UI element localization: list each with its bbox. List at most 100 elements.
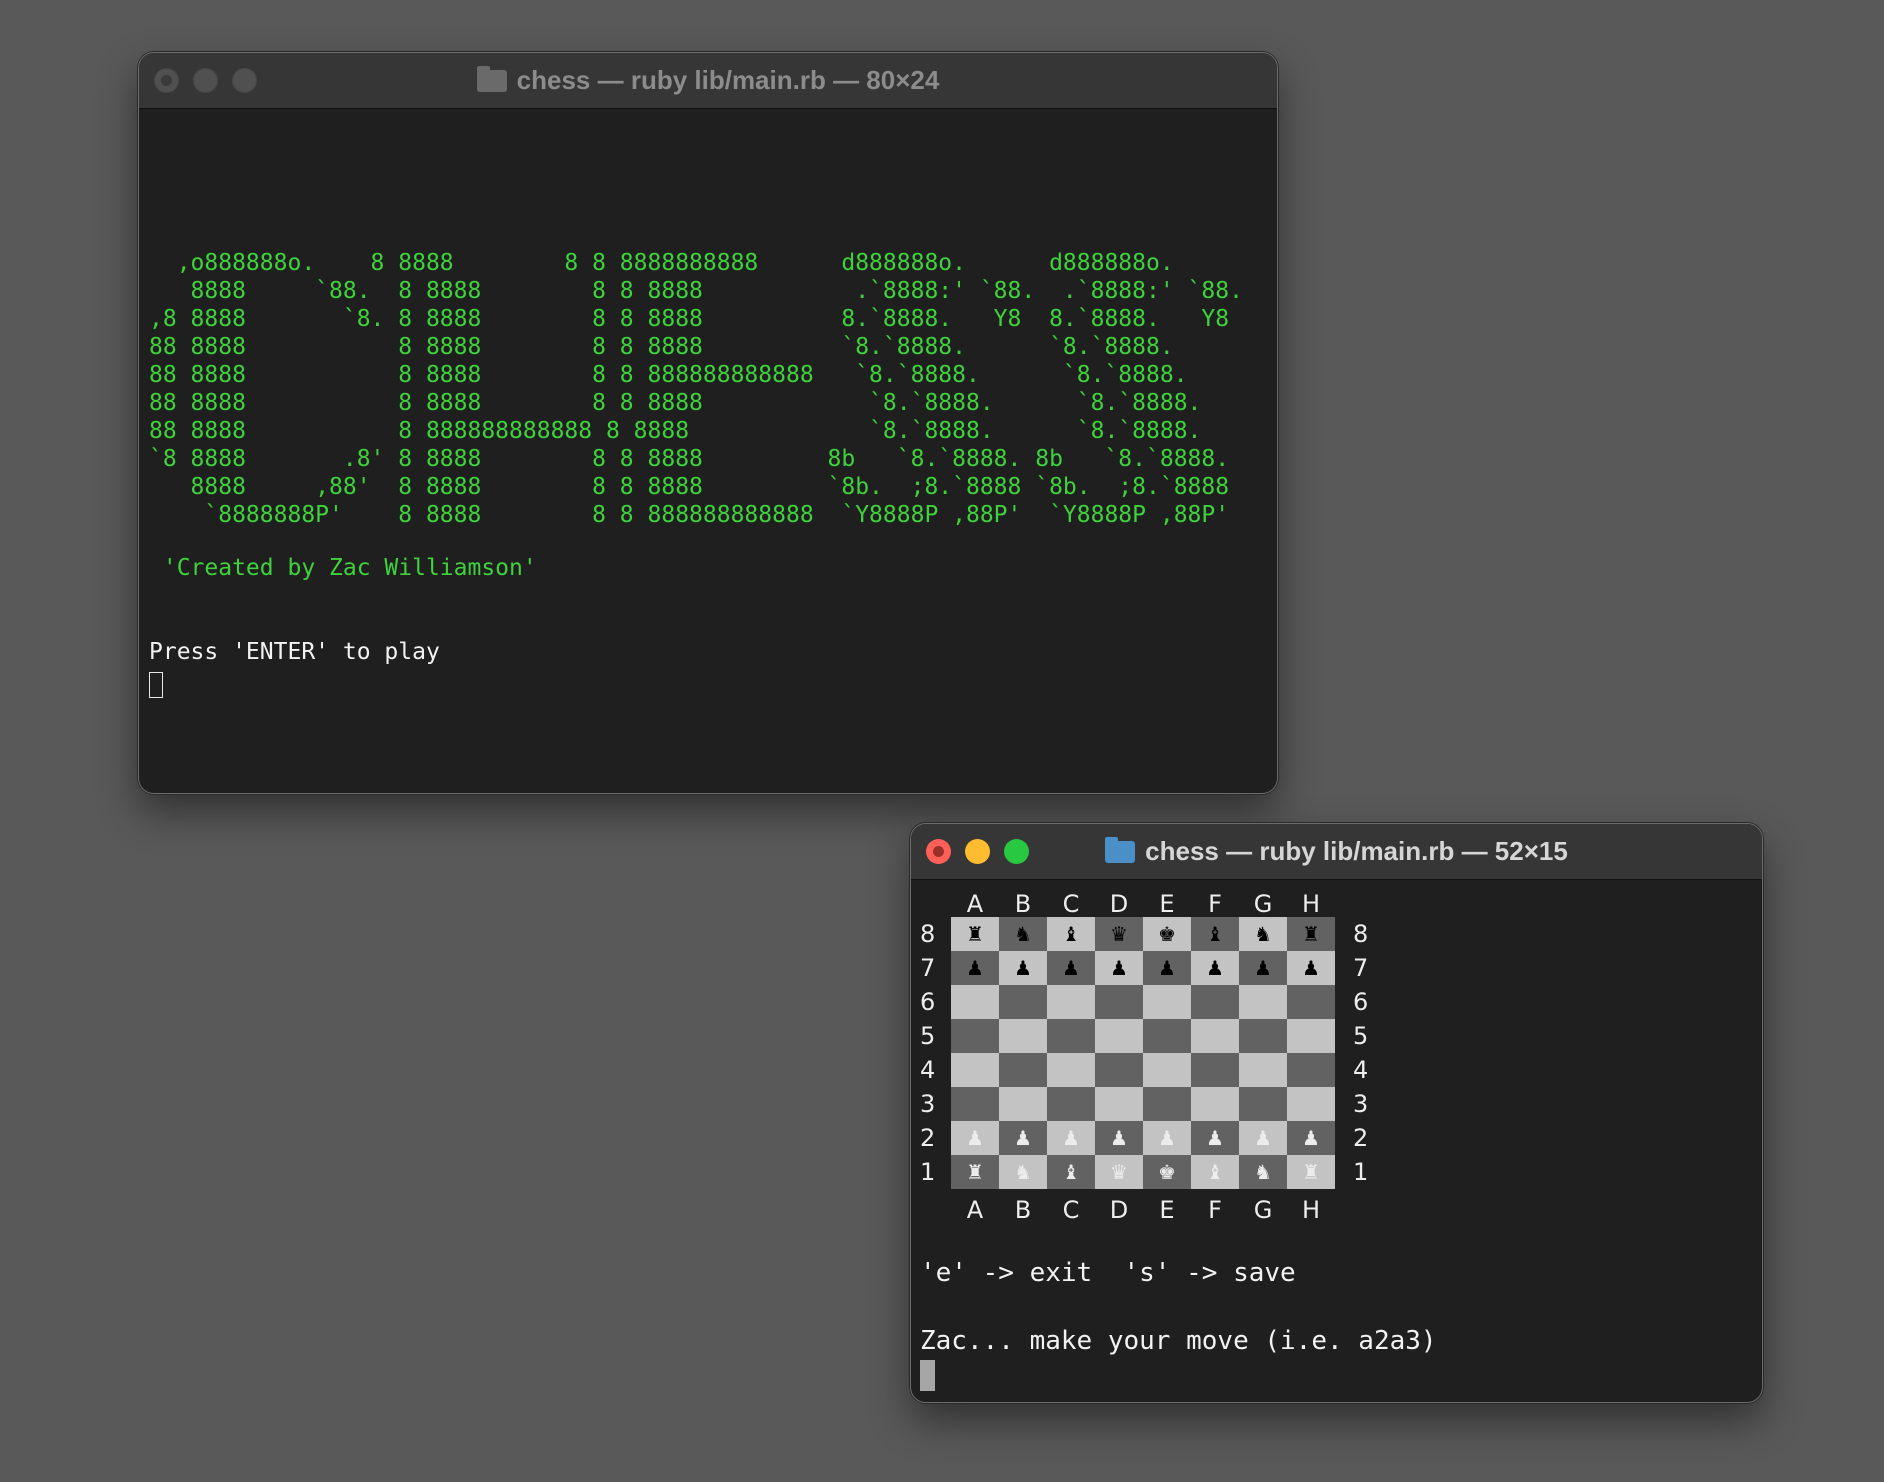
- board-square[interactable]: ♟: [951, 951, 999, 985]
- board-square[interactable]: ♟: [1191, 951, 1239, 985]
- board-square[interactable]: ♝: [1191, 1155, 1239, 1189]
- board-square[interactable]: ♚: [1143, 917, 1191, 951]
- zoom-button[interactable]: [1004, 839, 1029, 864]
- board-square[interactable]: [1239, 985, 1287, 1019]
- board-square[interactable]: [1239, 1087, 1287, 1121]
- board-square[interactable]: [1143, 985, 1191, 1019]
- board-square[interactable]: [999, 1087, 1047, 1121]
- black-piece[interactable]: ♟: [1302, 958, 1320, 978]
- board-square[interactable]: [1287, 1053, 1335, 1087]
- terminal-content[interactable]: A B C D E F G H 8 7 6 5 4 3 2 1 ♜ ♞ ♝ ♛ ♚ ♝ ♞ ♜…: [911, 880, 1762, 1402]
- board-square[interactable]: ♟: [1143, 1121, 1191, 1155]
- white-piece[interactable]: ♝: [1062, 1162, 1080, 1182]
- white-piece[interactable]: ♛: [1110, 1162, 1128, 1182]
- white-piece[interactable]: ♝: [1206, 1162, 1224, 1182]
- board-square[interactable]: ♟: [951, 1121, 999, 1155]
- board-square[interactable]: [1143, 1019, 1191, 1053]
- board-square[interactable]: [951, 1087, 999, 1121]
- board-square[interactable]: ♛: [1095, 1155, 1143, 1189]
- white-piece[interactable]: ♟: [1110, 1128, 1128, 1148]
- board-square[interactable]: ♟: [1047, 1121, 1095, 1155]
- board-square[interactable]: ♟: [999, 951, 1047, 985]
- board-square[interactable]: ♜: [951, 1155, 999, 1189]
- board-square[interactable]: ♟: [1047, 951, 1095, 985]
- chess-board[interactable]: ♜ ♞ ♝ ♛ ♚ ♝ ♞ ♜ ♟ ♟ ♟ ♟ ♟ ♟ ♟ ♟ ♟ ♟ ♟ ♟ ♟ ♟ ♟ ♟ ♜ ♞ ♝ ♛ ♚ ♝ ♞ ♜: [951, 917, 1335, 1189]
- white-piece[interactable]: ♟: [966, 1128, 984, 1148]
- white-piece[interactable]: ♟: [1206, 1128, 1224, 1148]
- board-square[interactable]: ♟: [1095, 1121, 1143, 1155]
- board-square[interactable]: [951, 1019, 999, 1053]
- black-piece[interactable]: ♞: [1014, 924, 1032, 944]
- board-square[interactable]: [1287, 985, 1335, 1019]
- white-piece[interactable]: ♚: [1158, 1162, 1176, 1182]
- terminal-window-game[interactable]: chess — ruby lib/main.rb — 52×15 A B C D…: [910, 823, 1763, 1403]
- white-piece[interactable]: ♟: [1158, 1128, 1176, 1148]
- board-square[interactable]: ♝: [1191, 917, 1239, 951]
- white-piece[interactable]: ♜: [966, 1162, 984, 1182]
- board-square[interactable]: [999, 1019, 1047, 1053]
- zoom-button[interactable]: [232, 68, 257, 93]
- black-piece[interactable]: ♝: [1206, 924, 1224, 944]
- board-square[interactable]: [1095, 985, 1143, 1019]
- board-square[interactable]: [1143, 1087, 1191, 1121]
- board-square[interactable]: ♚: [1143, 1155, 1191, 1189]
- titlebar[interactable]: chess — ruby lib/main.rb — 80×24: [139, 53, 1277, 109]
- black-piece[interactable]: ♟: [1158, 958, 1176, 978]
- board-square[interactable]: ♞: [999, 1155, 1047, 1189]
- black-piece[interactable]: ♟: [966, 958, 984, 978]
- close-button[interactable]: [926, 839, 951, 864]
- board-square[interactable]: ♜: [1287, 917, 1335, 951]
- white-piece[interactable]: ♞: [1254, 1162, 1272, 1182]
- board-square[interactable]: ♞: [1239, 1155, 1287, 1189]
- black-piece[interactable]: ♝: [1062, 924, 1080, 944]
- black-piece[interactable]: ♜: [966, 924, 984, 944]
- board-square[interactable]: ♜: [951, 917, 999, 951]
- black-piece[interactable]: ♟: [1062, 958, 1080, 978]
- board-square[interactable]: ♟: [1191, 1121, 1239, 1155]
- white-piece[interactable]: ♟: [1014, 1128, 1032, 1148]
- board-square[interactable]: [999, 1053, 1047, 1087]
- board-square[interactable]: ♟: [1095, 951, 1143, 985]
- white-piece[interactable]: ♜: [1302, 1162, 1320, 1182]
- board-square[interactable]: ♞: [999, 917, 1047, 951]
- black-piece[interactable]: ♜: [1302, 924, 1320, 944]
- board-square[interactable]: ♟: [1287, 1121, 1335, 1155]
- board-square[interactable]: [1191, 1087, 1239, 1121]
- board-square[interactable]: [951, 1053, 999, 1087]
- board-square[interactable]: ♛: [1095, 917, 1143, 951]
- board-square[interactable]: [1095, 1087, 1143, 1121]
- terminal-content[interactable]: ,o888888o. 8 8888 8 8 8888888888 d888888…: [139, 109, 1277, 793]
- board-square[interactable]: [1239, 1053, 1287, 1087]
- board-square[interactable]: [1143, 1053, 1191, 1087]
- black-piece[interactable]: ♚: [1158, 924, 1176, 944]
- white-piece[interactable]: ♟: [1254, 1128, 1272, 1148]
- board-square[interactable]: ♝: [1047, 1155, 1095, 1189]
- board-square[interactable]: ♟: [1143, 951, 1191, 985]
- black-piece[interactable]: ♟: [1110, 958, 1128, 978]
- minimize-button[interactable]: [193, 68, 218, 93]
- board-square[interactable]: [999, 985, 1047, 1019]
- board-square[interactable]: [1095, 1019, 1143, 1053]
- board-square[interactable]: [1047, 985, 1095, 1019]
- board-square[interactable]: [1287, 1019, 1335, 1053]
- black-piece[interactable]: ♟: [1206, 958, 1224, 978]
- board-square[interactable]: [1191, 1053, 1239, 1087]
- terminal-window-title-screen[interactable]: chess — ruby lib/main.rb — 80×24 ,o88888…: [138, 52, 1278, 794]
- black-piece[interactable]: ♞: [1254, 924, 1272, 944]
- white-piece[interactable]: ♟: [1302, 1128, 1320, 1148]
- black-piece[interactable]: ♟: [1014, 958, 1032, 978]
- board-square[interactable]: [1287, 1087, 1335, 1121]
- black-piece[interactable]: ♛: [1110, 924, 1128, 944]
- titlebar[interactable]: chess — ruby lib/main.rb — 52×15: [911, 824, 1762, 880]
- board-square[interactable]: [951, 985, 999, 1019]
- board-square[interactable]: [1047, 1019, 1095, 1053]
- board-square[interactable]: [1191, 985, 1239, 1019]
- board-square[interactable]: [1047, 1087, 1095, 1121]
- board-square[interactable]: ♟: [1287, 951, 1335, 985]
- board-square[interactable]: [1047, 1053, 1095, 1087]
- board-square[interactable]: ♜: [1287, 1155, 1335, 1189]
- white-piece[interactable]: ♞: [1014, 1162, 1032, 1182]
- board-square[interactable]: ♝: [1047, 917, 1095, 951]
- board-square[interactable]: ♟: [1239, 951, 1287, 985]
- board-square[interactable]: ♟: [999, 1121, 1047, 1155]
